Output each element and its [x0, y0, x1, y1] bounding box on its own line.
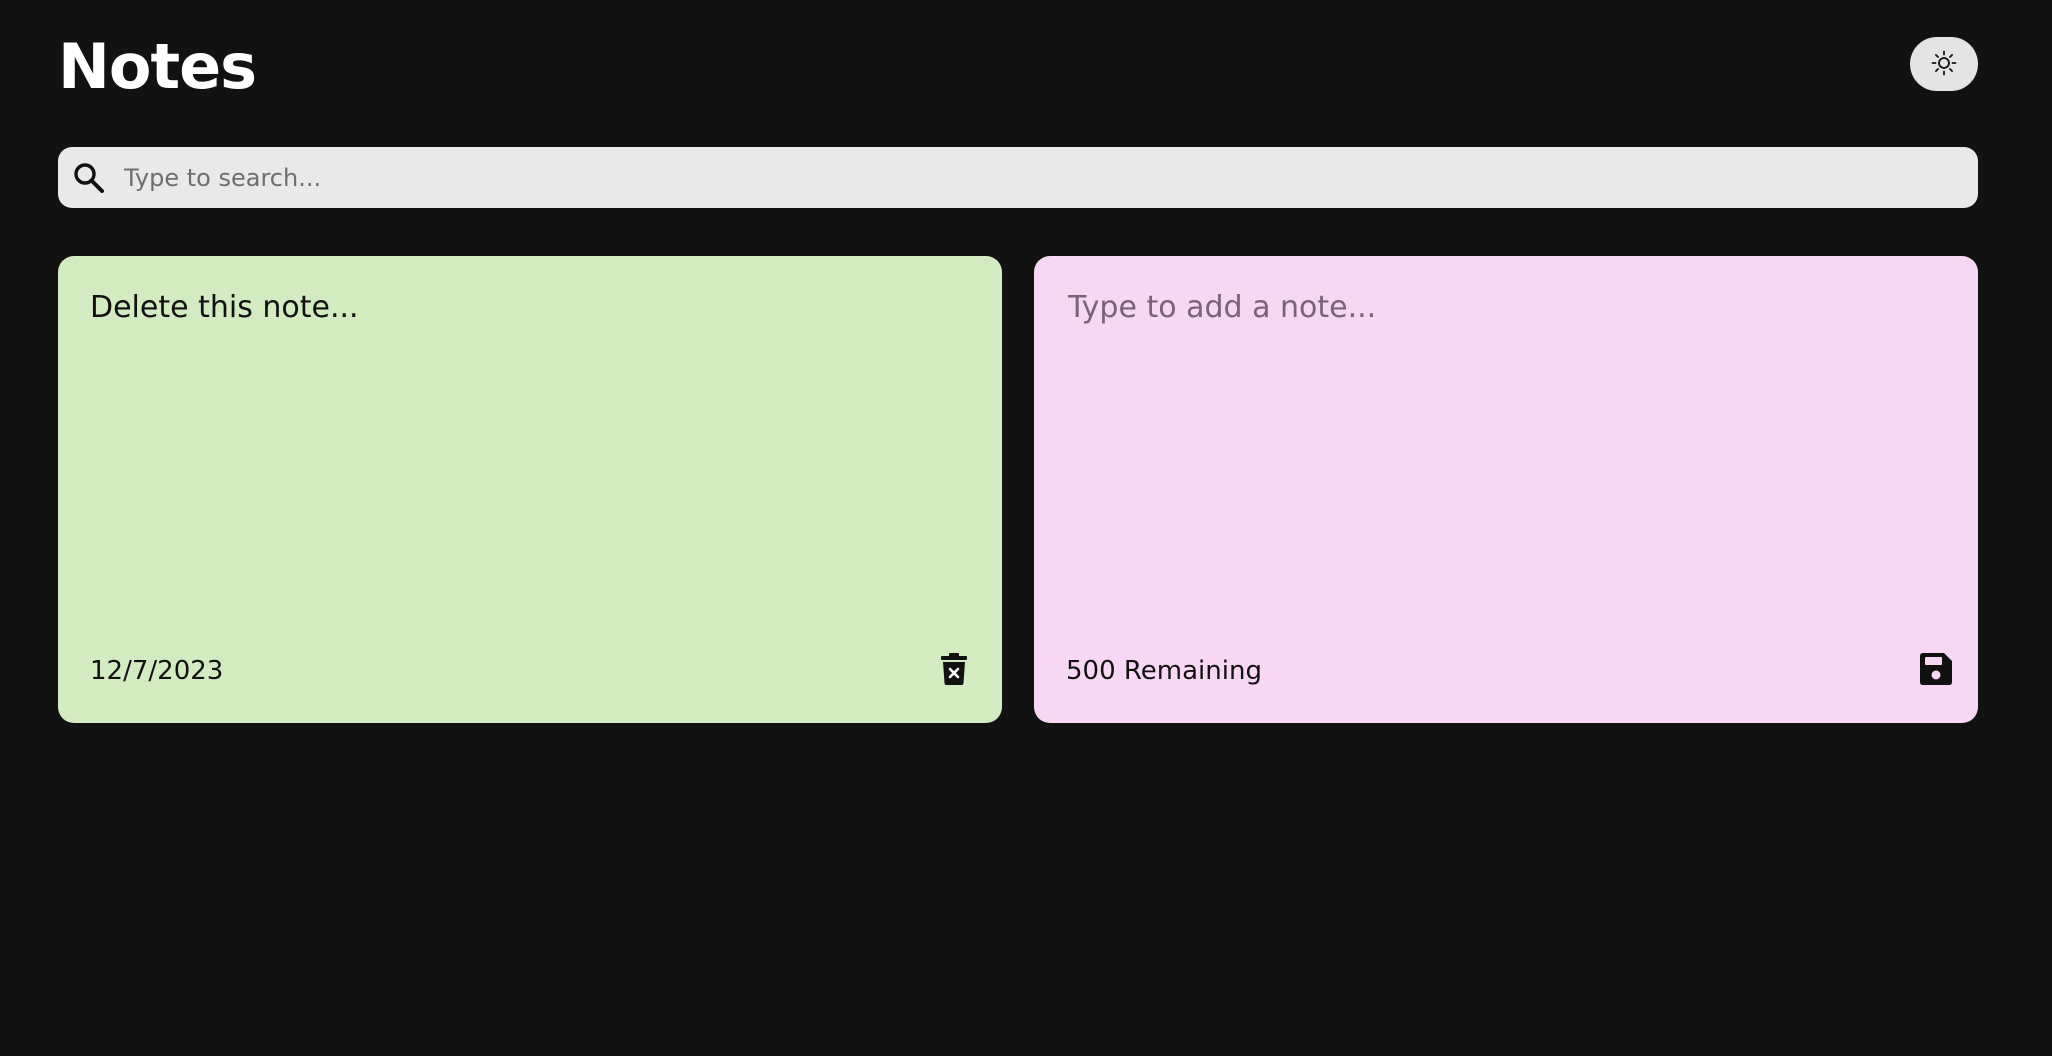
save-icon: [1920, 652, 1952, 688]
search-icon: [70, 159, 108, 197]
note-card: Delete this note... 12/7/2023: [58, 256, 1002, 723]
new-note-card: 500 Remaining: [1034, 256, 1978, 723]
theme-toggle-button[interactable]: [1910, 37, 1978, 91]
notes-app: Notes Type to search... Delete this note…: [0, 0, 2052, 1056]
page-title: Notes: [58, 30, 257, 103]
sun-icon: [1931, 50, 1957, 79]
trash-icon: [941, 652, 967, 688]
search-bar: [58, 146, 1978, 209]
save-note-button[interactable]: [1916, 650, 1956, 690]
new-note-textarea[interactable]: [1068, 290, 1928, 610]
header: Notes: [58, 20, 1978, 110]
note-date: 12/7/2023: [90, 656, 224, 686]
remaining-characters: 500 Remaining: [1066, 656, 1262, 686]
delete-note-button[interactable]: [934, 650, 974, 690]
note-text: Delete this note...: [90, 290, 359, 325]
search-input[interactable]: [122, 146, 1978, 209]
